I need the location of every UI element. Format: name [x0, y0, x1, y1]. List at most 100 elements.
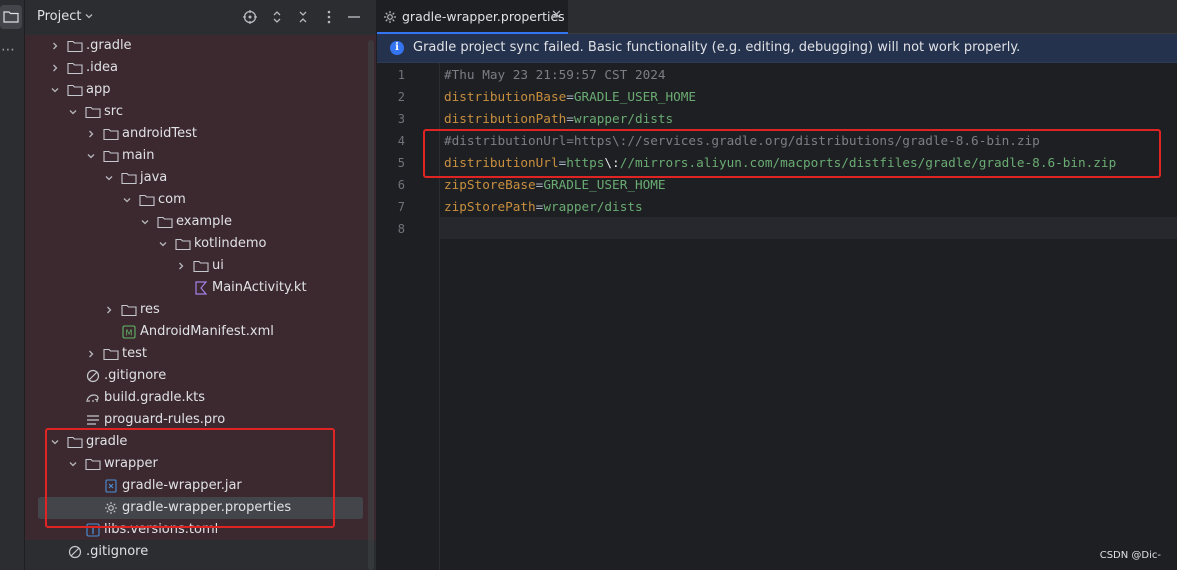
property-value: GRADLE_USER_HOME	[543, 177, 666, 192]
folder-icon	[103, 127, 119, 141]
chevron-down-icon[interactable]	[68, 107, 78, 117]
project-panel-header: Project	[25, 0, 376, 34]
tree-item-label: .gitignore	[104, 368, 167, 383]
tree-item[interactable]: MainActivity.kt	[25, 277, 376, 299]
tree-item[interactable]: build.gradle.kts	[25, 387, 376, 409]
tree-item[interactable]: kotlindemo	[25, 233, 376, 255]
tree-item[interactable]: .idea	[25, 57, 376, 79]
folder-icon	[85, 105, 101, 119]
line-number: 3	[397, 112, 405, 126]
hide-icon[interactable]	[346, 9, 362, 25]
chevron-right-icon[interactable]	[50, 63, 60, 73]
folder-icon	[67, 83, 83, 97]
sync-failed-banner: i Gradle project sync failed. Basic func…	[377, 34, 1177, 63]
tree-item[interactable]: androidTest	[25, 123, 376, 145]
more-icon[interactable]: ⋯	[1, 42, 15, 58]
tree-item[interactable]: example	[25, 211, 376, 233]
tree-item-label: src	[104, 104, 123, 119]
editor-area: gradle-wrapper.properties ✕ i Gradle pro…	[377, 0, 1177, 570]
line-number: 2	[397, 90, 405, 104]
property-value: wrapper/dists	[543, 199, 643, 214]
chevron-down-icon[interactable]	[50, 85, 60, 95]
project-title[interactable]: Project	[37, 9, 81, 24]
tree-item[interactable]: app	[25, 79, 376, 101]
tree-item-label: build.gradle.kts	[104, 390, 206, 405]
tree-item[interactable]: test	[25, 343, 376, 365]
tree-item-label: main	[122, 148, 155, 163]
folder-icon	[157, 215, 173, 229]
tree-item-label: ui	[212, 258, 224, 273]
chevron-down-icon[interactable]	[158, 239, 168, 249]
folder-icon	[103, 149, 119, 163]
line-number: 8	[397, 222, 405, 236]
chevron-down-icon[interactable]	[86, 151, 96, 161]
tree-item[interactable]: java	[25, 167, 376, 189]
property-value: GRADLE_USER_HOME	[573, 89, 697, 104]
code-line-1[interactable]: #Thu May 23 21:59:57 CST 2024	[444, 64, 666, 86]
property-key: zipStoreBase	[444, 177, 536, 192]
chevron-down-icon[interactable]	[104, 173, 114, 183]
highlight-box-gradle-folder	[45, 428, 335, 528]
properties-file-icon	[384, 11, 396, 23]
project-scrollbar[interactable]	[368, 40, 374, 570]
close-tab-icon[interactable]: ✕	[551, 8, 562, 23]
ignore-file-icon	[85, 369, 101, 383]
tree-item-label: .gitignore	[86, 544, 149, 559]
chevron-down-icon[interactable]	[140, 217, 150, 227]
folder-icon	[121, 303, 137, 317]
code-line-3[interactable]: distributionPath=wrapper/dists	[444, 108, 673, 130]
property-key: zipStorePath	[444, 199, 536, 214]
tree-item-label: .idea	[86, 60, 118, 75]
property-value: wrapper/dists	[573, 111, 674, 126]
manifest-icon: M	[121, 325, 137, 339]
tree-item[interactable]: M AndroidManifest.xml	[25, 321, 376, 343]
tree-item-label: androidTest	[122, 126, 197, 141]
current-line-highlight	[440, 217, 1177, 239]
chevron-right-icon[interactable]	[176, 261, 186, 271]
tree-item[interactable]: res	[25, 299, 376, 321]
info-icon: i	[390, 41, 404, 55]
tree-item[interactable]: src	[25, 101, 376, 123]
locate-icon[interactable]	[242, 9, 258, 25]
folder-icon	[175, 237, 191, 251]
tree-item-label: AndroidManifest.xml	[140, 324, 274, 339]
folder-icon	[139, 193, 155, 207]
tab-gradle-wrapper-properties[interactable]: gradle-wrapper.properties ✕	[377, 0, 568, 34]
text-file-icon	[85, 413, 101, 427]
chevron-right-icon[interactable]	[50, 41, 60, 51]
code-line-7[interactable]: zipStorePath=wrapper/dists	[444, 196, 643, 218]
tree-item[interactable]: .gradle	[25, 35, 376, 57]
watermark: CSDN @Dic-	[1099, 550, 1161, 561]
folder-icon	[67, 39, 83, 53]
ignore-file-icon	[67, 545, 83, 559]
tree-item-label: com	[158, 192, 186, 207]
tree-item-label: test	[122, 346, 147, 361]
expand-all-icon[interactable]	[269, 9, 285, 25]
tab-label: gradle-wrapper.properties	[402, 9, 565, 24]
chevron-down-icon[interactable]	[122, 195, 132, 205]
chevron-right-icon[interactable]	[104, 305, 114, 315]
tree-item[interactable]: ui	[25, 255, 376, 277]
tree-item[interactable]: .gitignore	[25, 541, 376, 563]
folder-icon	[67, 61, 83, 75]
tree-item-label: kotlindemo	[194, 236, 267, 251]
property-key: distributionBase	[444, 89, 567, 104]
banner-message: Gradle project sync failed. Basic functi…	[413, 40, 1021, 55]
chevron-down-icon[interactable]	[84, 11, 94, 21]
tool-window-strip: ⋯	[0, 0, 25, 570]
project-tool-button[interactable]	[0, 5, 22, 29]
chevron-right-icon[interactable]	[86, 129, 96, 139]
gradle-file-icon	[85, 391, 101, 405]
tree-item-label: app	[86, 82, 111, 97]
svg-text:M: M	[126, 329, 133, 338]
property-key: distributionPath	[444, 111, 567, 126]
code-line-2[interactable]: distributionBase=GRADLE_USER_HOME	[444, 86, 696, 108]
options-icon[interactable]	[321, 9, 337, 25]
kotlin-file-icon	[193, 281, 209, 295]
tree-item[interactable]: main	[25, 145, 376, 167]
collapse-all-icon[interactable]	[295, 9, 311, 25]
tree-item[interactable]: com	[25, 189, 376, 211]
tree-item[interactable]: .gitignore	[25, 365, 376, 387]
chevron-right-icon[interactable]	[86, 349, 96, 359]
folder-icon	[193, 259, 209, 273]
